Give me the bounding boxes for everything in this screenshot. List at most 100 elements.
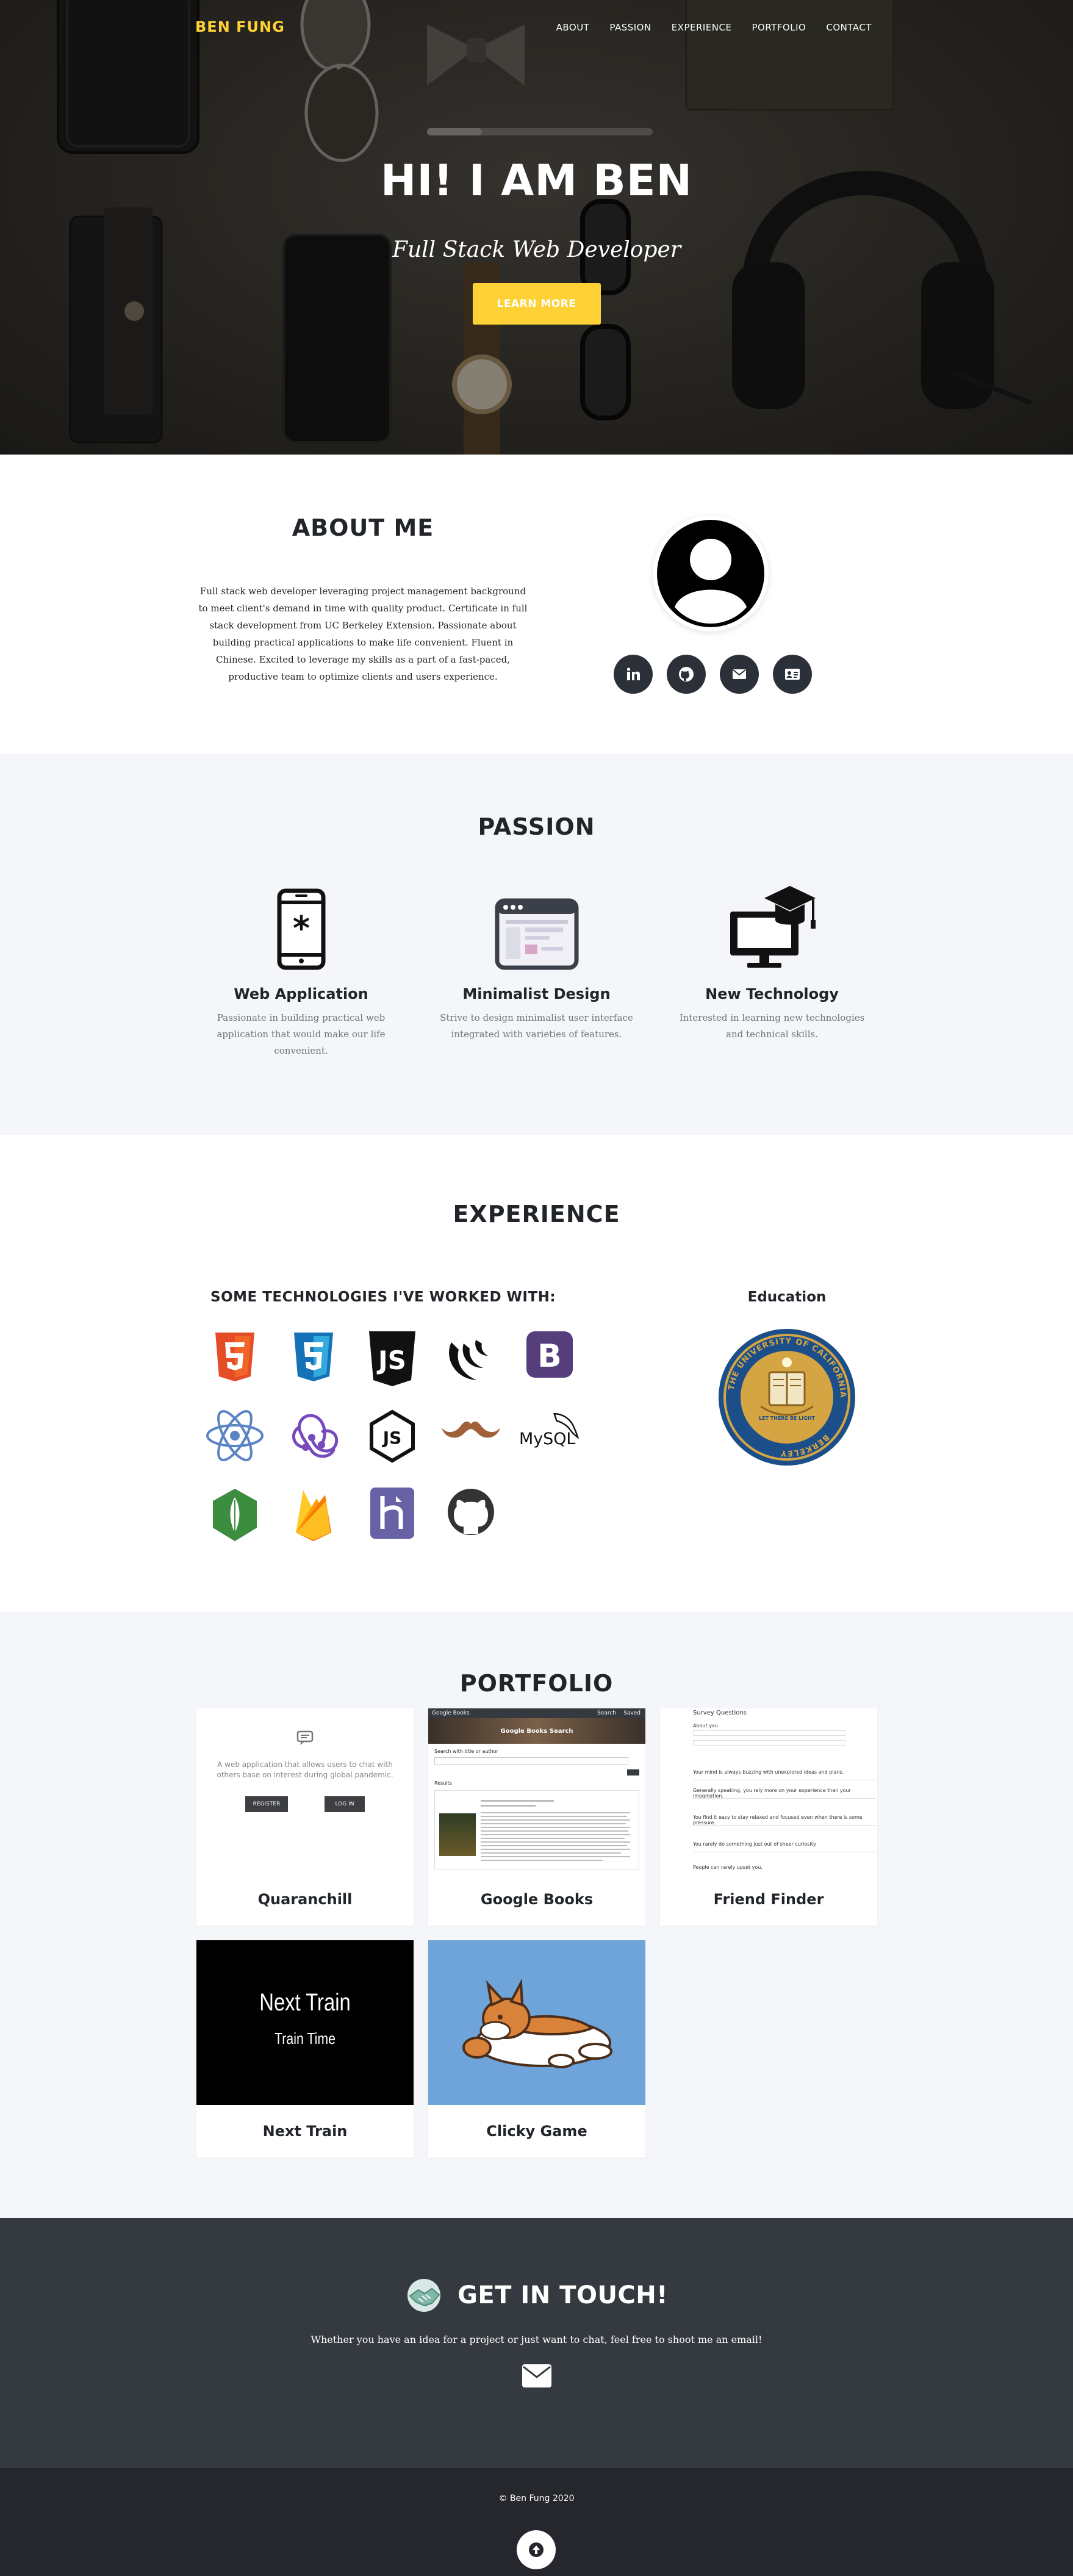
book-cover [439, 1813, 476, 1856]
project-name: Friend Finder [713, 1891, 824, 1908]
nav-link-experience[interactable]: EXPERIENCE [672, 22, 732, 33]
portfolio-card-google-books[interactable]: Google Books Search Saved Google Books S… [428, 1708, 645, 1926]
svg-text:B: B [537, 1338, 562, 1375]
nodejs-icon: JS [370, 1409, 415, 1463]
svg-text:JS: JS [382, 1428, 402, 1448]
next-train-title: Next Train [259, 1989, 351, 2016]
resume-button[interactable] [773, 655, 812, 694]
arrow-up-circle-icon [529, 2542, 544, 2557]
social-links [614, 655, 812, 694]
mysql-icon: MySQL [519, 1412, 580, 1448]
technologies-title: SOME TECHNOLOGIES I'VE WORKED WITH: [210, 1289, 556, 1305]
gb-nav-saved: Saved [623, 1710, 641, 1716]
chat-bubble-icon [296, 1730, 314, 1745]
hero-title: HI! I AM BEN [380, 156, 693, 206]
passion-item-name: New Technology [705, 985, 839, 1002]
contact-text: Whether you have an idea for a project o… [310, 2334, 763, 2345]
github-button[interactable] [667, 655, 706, 694]
mysql-label: MySQL [519, 1430, 575, 1448]
nav-link-contact[interactable]: CONTACT [826, 22, 872, 33]
handlebars-icon [442, 1421, 500, 1438]
hero-section: BEN FUNG ABOUT PASSION EXPERIENCE PORTFO… [0, 0, 1073, 455]
project-name: Clicky Game [486, 2123, 587, 2140]
portfolio-title: PORTFOLIO [459, 1670, 614, 1697]
register-button: REGISTER [245, 1796, 288, 1812]
passion-item-new-technology: New Technology Interested in learning ne… [673, 882, 872, 1059]
passion-item-desc: Passionate in building practical web app… [217, 1012, 386, 1056]
back-to-top-button[interactable] [517, 2530, 556, 2569]
about-title: ABOUT ME [292, 514, 434, 541]
nav-link-about[interactable]: ABOUT [556, 22, 590, 33]
avatar [653, 516, 769, 631]
contact-title: GET IN TOUCH! [458, 2281, 668, 2309]
passion-item-name: Web Application [234, 985, 368, 1002]
project-screenshot: Next Train Train Time [196, 1940, 414, 2105]
next-train-subtitle: Train Time [275, 2029, 336, 2048]
linkedin-button[interactable] [614, 655, 653, 694]
passion-grid: * Web Application Passionate in building… [0, 882, 1073, 1059]
passion-section: PASSION * Web Application Passionate in … [0, 754, 1073, 1135]
gb-banner: Google Books Search [500, 1728, 573, 1735]
experience-title: EXPERIENCE [453, 1201, 620, 1228]
passion-title: PASSION [478, 813, 595, 840]
mongodb-icon [213, 1489, 257, 1541]
passion-item-desc: Strive to design minimalist user interfa… [440, 1012, 633, 1040]
brand-logo[interactable]: BEN FUNG [195, 18, 285, 35]
contact-section: GET IN TOUCH! Whether you have an idea f… [0, 2218, 1073, 2468]
login-button: LOG IN [325, 1796, 365, 1812]
gb-nav-search: Search [597, 1710, 616, 1716]
portfolio-card-friend-finder[interactable]: Survey Questions About you Your mind is … [660, 1708, 877, 1926]
ff-question: You rarely do something just out of shee… [693, 1841, 817, 1847]
ff-question: Your mind is always buzzing with unexplo… [693, 1769, 844, 1775]
javascript-icon: JS [369, 1331, 415, 1386]
linkedin-icon [626, 667, 640, 680]
portfolio-card-clicky-game[interactable]: Clicky Game [428, 1940, 645, 2157]
svg-text:*: * [292, 909, 309, 948]
redux-icon [292, 1414, 339, 1458]
nav-links: ABOUT PASSION EXPERIENCE PORTFOLIO CONTA… [556, 22, 872, 33]
seal-motto: LET THERE BE LIGHT [759, 1416, 816, 1421]
portfolio-card-next-train[interactable]: Next Train Train Time Next Train [196, 1940, 414, 2157]
about-text: Full stack web developer leveraging proj… [198, 586, 528, 682]
hero-subtitle: Full Stack Web Developer [392, 237, 681, 262]
nav-link-portfolio[interactable]: PORTFOLIO [752, 22, 806, 33]
passion-item-desc: Interested in learning new technologies … [679, 1012, 865, 1040]
gb-search-label: Search with title or author [434, 1749, 498, 1754]
envelope-icon [733, 669, 746, 679]
passion-item-web-application: * Web Application Passionate in building… [202, 882, 401, 1059]
passion-item-minimalist-design: Minimalist Design Strive to design minim… [437, 882, 636, 1059]
seal-year: 1868 [775, 1433, 799, 1442]
email-button[interactable] [720, 655, 759, 694]
portfolio-section: PORTFOLIO A web application that allows … [0, 1612, 1073, 2218]
portfolio-card-quaranchill[interactable]: A web application that allows users to c… [196, 1708, 414, 1926]
user-icon [657, 520, 764, 627]
bootstrap-icon: B [526, 1331, 573, 1378]
browser-window-icon [495, 898, 578, 970]
navbar: BEN FUNG ABOUT PASSION EXPERIENCE PORTFO… [0, 0, 1073, 56]
passion-item-name: Minimalist Design [462, 985, 611, 1002]
contact-email-link[interactable] [0, 2364, 1073, 2387]
github-icon [679, 667, 694, 682]
ff-title: Survey Questions [693, 1710, 747, 1716]
education-title: Education [747, 1289, 827, 1305]
experience-section: EXPERIENCE SOME TECHNOLOGIES I'VE WORKED… [0, 1135, 1073, 1612]
jquery-icon [449, 1340, 488, 1380]
project-screenshot: A web application that allows users to c… [196, 1708, 414, 1873]
project-tagline: others base on interest during global pa… [217, 1771, 393, 1779]
html5-icon [215, 1333, 254, 1381]
gb-header: Google Books [432, 1710, 470, 1716]
technologies-grid: JS B JS MySQL [204, 1331, 580, 1566]
handshake-icon [407, 2279, 440, 2312]
copyright-text: © Ben Fung 2020 [498, 2494, 575, 2503]
graduation-monitor-icon [730, 886, 816, 968]
svg-text:JS: JS [376, 1345, 406, 1375]
corgi-illustration [462, 1978, 612, 2068]
heroku-icon [370, 1488, 414, 1539]
project-screenshot [428, 1940, 645, 2105]
nav-link-passion[interactable]: PASSION [609, 22, 651, 33]
css3-icon [294, 1333, 333, 1381]
hero-content: HI! I AM BEN Full Stack Web Developer LE… [0, 156, 1073, 325]
project-screenshot: Survey Questions About you Your mind is … [660, 1708, 877, 1873]
portfolio-grid: A web application that allows users to c… [196, 1708, 877, 2157]
learn-more-button[interactable]: LEARN MORE [472, 283, 601, 325]
